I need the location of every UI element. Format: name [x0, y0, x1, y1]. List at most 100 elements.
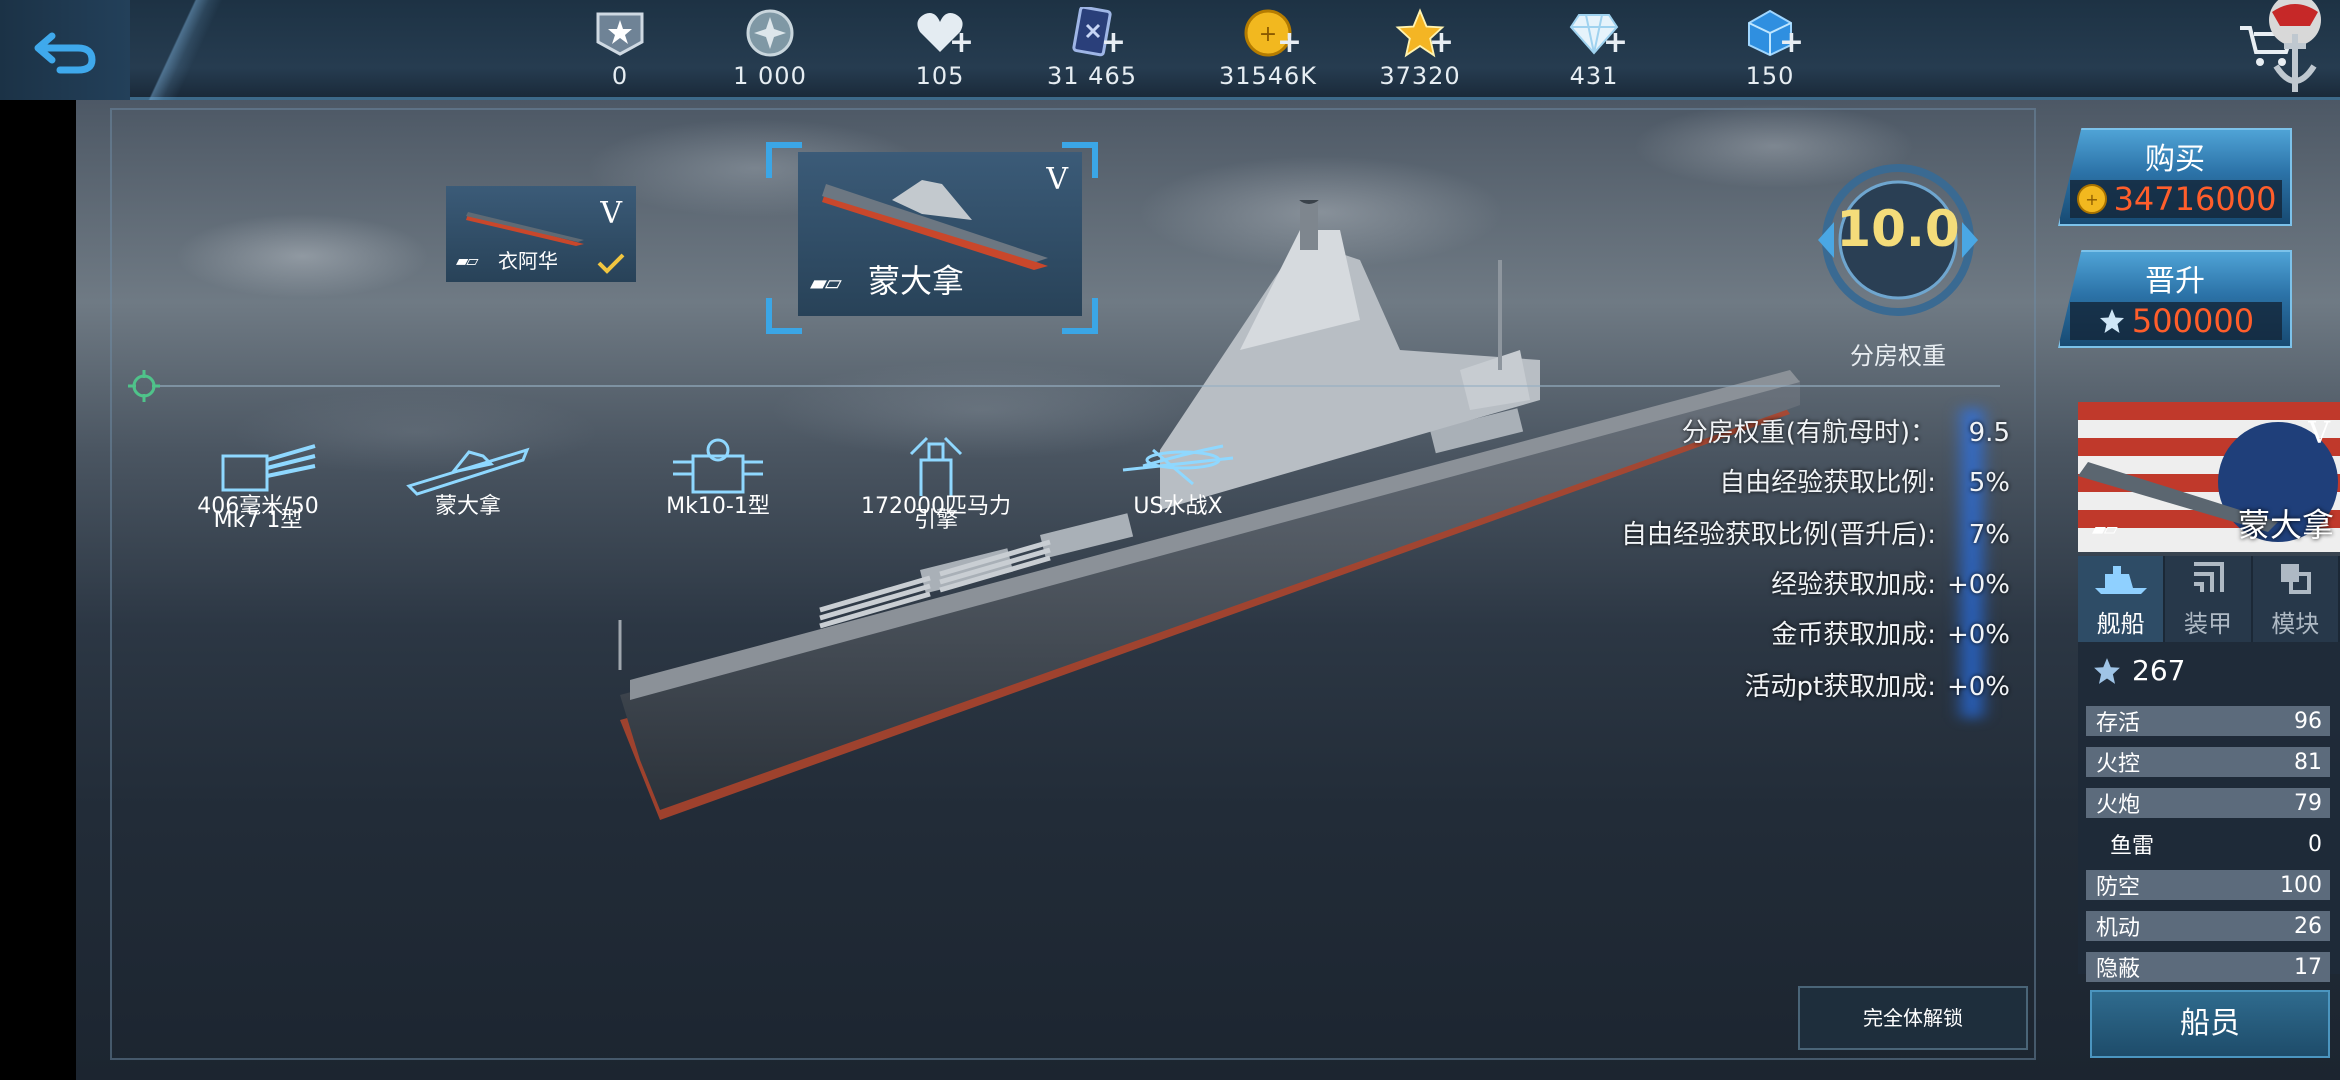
stat-row: 经验获取加成: +0% [1771, 564, 2010, 600]
stat-label: 自由经验获取比例: [1719, 468, 1936, 498]
resource-value: 431 [1569, 62, 1619, 90]
plus-icon[interactable]: + [949, 28, 974, 58]
plus-icon[interactable]: + [1603, 28, 1628, 58]
bracket-corner [766, 142, 802, 178]
rating-dial-icon [1818, 164, 1978, 316]
ship-tier: V [2308, 416, 2330, 451]
module-main-gun[interactable]: 406毫米/50 Mk7 1型 [168, 430, 348, 532]
star-icon [2094, 657, 2120, 684]
stat-row: 分房权重(有航母时)： 9.5 [1681, 412, 2010, 448]
attribute-row: 隐蔽 17 [2086, 952, 2330, 982]
resource-blue-cube[interactable]: +150 [1710, 6, 1830, 94]
attribute-value: 79 [2294, 790, 2322, 816]
attribute-value: 81 [2294, 749, 2322, 775]
top-resource-bar: 01 000 +105 +31 465 + +31546K +37320 +431 +150 [0, 0, 2340, 100]
attribute-row: 防空 100 [2086, 870, 2330, 900]
ship-name: 衣阿华 [498, 249, 558, 273]
plus-icon[interactable]: + [1277, 28, 1302, 58]
plus-icon[interactable]: + [1779, 28, 1804, 58]
level-value: 267 [2132, 654, 2186, 687]
ship-tabs: 舰船 装甲 模块 [2078, 556, 2340, 642]
module-seaplane[interactable]: US水战X [1088, 430, 1268, 518]
stat-value: 9.5 [1968, 418, 2010, 448]
promote-button[interactable]: 晋升 500000 [2058, 250, 2292, 348]
attribute-name: 存活 [2096, 711, 2141, 736]
armor-tab-icon [2165, 560, 2250, 600]
plus-icon[interactable]: + [1101, 28, 1126, 58]
hull-icon [378, 430, 558, 504]
attribute-value: 96 [2294, 708, 2322, 734]
stat-row: 自由经验获取比例(晋升后): 7% [1621, 514, 2010, 550]
silver-coin-icon [740, 6, 800, 60]
ship-class-mark: ▰▱ [456, 251, 479, 270]
card-icon: + [1062, 6, 1126, 60]
attribute-name: 防空 [2096, 875, 2141, 900]
attribute-name: 鱼雷 [2110, 834, 2155, 859]
gold-coin-icon: + [2076, 184, 2107, 214]
resource-card[interactable]: +31 465 [1032, 6, 1152, 94]
module-hull[interactable]: 蒙大拿 [378, 430, 558, 518]
tab-label: 装甲 [2183, 610, 2232, 638]
resource-value: 0 [611, 62, 629, 90]
ship-class-mark: ▰▱ [2092, 519, 2118, 540]
attribute-value: 0 [2308, 831, 2322, 857]
attribute-name: 机动 [2096, 916, 2141, 941]
full-unlock-button[interactable]: 完全体解锁 [1798, 986, 2028, 1050]
ship-thumbnail-icon [466, 212, 584, 246]
buy-price-box: + 34716000 [2070, 180, 2282, 218]
attribute-name: 火控 [2096, 752, 2141, 777]
resource-gold-star[interactable]: +37320 [1360, 6, 1480, 94]
attribute-value: 17 [2294, 954, 2322, 980]
resource-silver-coin: 1 000 [710, 6, 830, 94]
gold-coin-icon: + + [1238, 6, 1302, 60]
back-button[interactable] [0, 0, 130, 100]
topbar-decoration [120, 0, 260, 100]
resource-heart[interactable]: +105 [880, 6, 1000, 94]
promote-price: 500000 [2131, 302, 2255, 340]
ship-tier: V [600, 196, 622, 231]
fire-control-icon [628, 430, 808, 504]
promote-price-box: 500000 [2070, 302, 2282, 340]
ship-name: 蒙大拿 [2237, 506, 2334, 544]
divider-line [160, 385, 2000, 387]
crew-button[interactable]: 船员 [2090, 990, 2330, 1058]
module-engine[interactable]: 172000匹马力 引擎 [846, 430, 1026, 532]
stat-value: +0% [1946, 672, 2010, 702]
ship-flag-card[interactable]: V ▰▱ 蒙大拿 [2078, 402, 2340, 552]
rating-label: 分房权重 [1850, 342, 1946, 370]
stat-label: 活动pt获取加成: [1744, 672, 1936, 702]
attribute-row: 存活 96 [2086, 706, 2330, 736]
ship-card-previous[interactable]: V ▰▱ 衣阿华 [446, 186, 636, 282]
anchor-emblem-icon[interactable] [2250, 0, 2340, 100]
stat-label: 分房权重(有航母时)： [1681, 418, 1936, 448]
stat-value: +0% [1946, 620, 2010, 650]
attribute-value: 26 [2294, 913, 2322, 939]
ship-tab-icon [2078, 560, 2163, 600]
module-fire-control[interactable]: Mk10-1型 [628, 430, 808, 518]
attribute-row: 鱼雷 0 [2086, 829, 2330, 860]
blue-cube-icon: + [1740, 6, 1804, 60]
resource-rank-badge: 0 [560, 6, 680, 94]
plus-icon[interactable]: + [1429, 28, 1454, 58]
resource-gold-coin[interactable]: + +31546K [1208, 6, 1328, 94]
resource-diamond[interactable]: +431 [1534, 6, 1654, 94]
ship-card-current[interactable]: V ▰▱ 蒙大拿 [798, 152, 1082, 316]
stat-value: 5% [1968, 468, 2010, 498]
tab-armor[interactable]: 装甲 [2165, 556, 2253, 642]
module-tab-icon [2253, 560, 2338, 600]
seaplane-icon [1088, 430, 1268, 504]
screen-left-bezel [0, 0, 76, 1080]
buy-price: 34716000 [2113, 180, 2277, 218]
tab-ship[interactable]: 舰船 [2078, 556, 2166, 642]
ship-name: 蒙大拿 [868, 262, 965, 300]
ship-thumbnail-icon [822, 180, 1048, 270]
buy-button[interactable]: 购买 + 34716000 [2058, 128, 2292, 226]
tab-module[interactable]: 模块 [2252, 556, 2340, 642]
back-arrow-icon [34, 32, 96, 74]
bracket-corner [766, 298, 802, 334]
star-icon [2099, 309, 2124, 333]
rank-badge-icon [590, 6, 650, 60]
stat-row: 自由经验获取比例: 5% [1719, 462, 2010, 498]
attribute-name: 火炮 [2096, 793, 2141, 818]
heart-icon: + [910, 6, 974, 60]
